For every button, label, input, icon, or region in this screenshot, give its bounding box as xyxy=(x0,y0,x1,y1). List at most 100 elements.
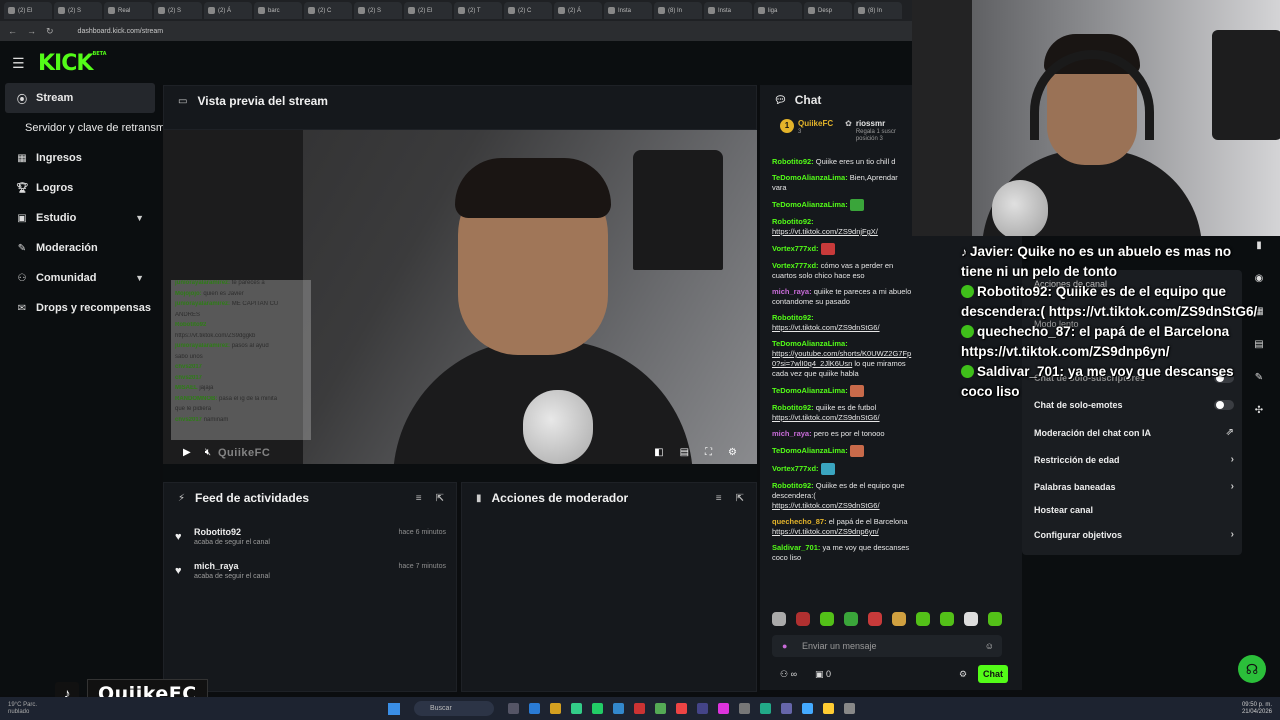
chat-username[interactable]: TeDomoAlianzaLima: xyxy=(772,446,848,455)
chat-username[interactable]: TeDomoAlianzaLima: xyxy=(772,200,848,209)
app-icon[interactable] xyxy=(655,703,666,714)
emote-icon[interactable] xyxy=(844,612,858,626)
app-icon[interactable] xyxy=(802,703,813,714)
chat-username[interactable]: Vortex777xd: xyxy=(772,464,819,473)
emote-icon[interactable] xyxy=(940,612,954,626)
puzzle-icon[interactable]: ✣ xyxy=(1255,405,1263,416)
settings-icon[interactable]: ⚙ xyxy=(728,447,737,458)
app-icon[interactable] xyxy=(718,703,729,714)
app-icon[interactable] xyxy=(613,703,624,714)
pip-icon[interactable]: ◧ xyxy=(654,447,663,458)
kick-logo[interactable]: KICKBETA xyxy=(38,51,107,76)
app-icon[interactable] xyxy=(676,703,687,714)
browser-tab[interactable]: (2) El xyxy=(404,2,452,19)
app-icon[interactable] xyxy=(592,703,603,714)
chat-settings-icon[interactable]: ⚙ xyxy=(959,669,967,680)
app-icon[interactable] xyxy=(571,703,582,714)
browser-tab[interactable]: (2) T xyxy=(454,2,502,19)
chat-username[interactable]: Vortex777xd: xyxy=(772,261,819,270)
chat-username[interactable]: Robotito92: xyxy=(772,313,814,322)
app-icon[interactable] xyxy=(781,703,792,714)
menu-item-banned-words[interactable]: Palabras baneadas › xyxy=(1034,481,1234,492)
sidebar-item-server-key[interactable]: Servidor y clave de retransm xyxy=(0,113,165,143)
chat-username[interactable]: Robotito92: xyxy=(772,217,814,226)
browser-tab[interactable]: (2) S xyxy=(354,2,402,19)
browser-tab[interactable]: Real xyxy=(104,2,152,19)
filter-icon[interactable]: ≡ xyxy=(716,493,722,504)
chat-link[interactable]: https://vt.tiktok.com/ZS9dnStG6/ xyxy=(772,413,880,422)
menu-item-goals[interactable]: Configurar objetivos › xyxy=(1034,529,1234,540)
sidebar-item-moderacion[interactable]: ✎ Moderación xyxy=(0,233,160,263)
menu-item-age-restriction[interactable]: Restricción de edad › xyxy=(1034,454,1234,465)
weather-widget[interactable]: 19°C Parc. nublado xyxy=(8,702,48,716)
sidebar-item-drops[interactable]: ✉ Drops y recompensas xyxy=(0,293,160,323)
browser-tab[interactable]: Insta xyxy=(604,2,652,19)
url-text[interactable]: dashboard.kick.com/stream xyxy=(78,28,164,35)
chat-link[interactable]: https://vt.tiktok.com/ZS9dnp6yn/ xyxy=(772,527,879,536)
chat-username[interactable]: mich_raya: xyxy=(772,429,812,438)
app-icon[interactable] xyxy=(508,703,519,714)
browser-tab[interactable]: Insta xyxy=(704,2,752,19)
mic-icon[interactable]: ● xyxy=(782,641,787,651)
app-icon[interactable] xyxy=(550,703,561,714)
leader-name[interactable]: QuiikeFC xyxy=(798,119,833,128)
browser-tab[interactable]: Desp xyxy=(804,2,852,19)
sidebar-item-stream[interactable]: ⦿ Stream xyxy=(5,83,155,113)
play-icon[interactable]: ▶ xyxy=(183,447,191,458)
chat-username[interactable]: mich_raya: xyxy=(772,287,812,296)
windows-start-icon[interactable] xyxy=(388,702,400,715)
app-icon[interactable] xyxy=(844,703,855,714)
points-counter[interactable]: ▣ 0 xyxy=(815,669,831,680)
browser-tab[interactable]: (8) In xyxy=(654,2,702,19)
browser-tab[interactable]: (2) C xyxy=(304,2,352,19)
browser-tab[interactable]: barc xyxy=(254,2,302,19)
back-icon[interactable]: ← xyxy=(8,26,17,36)
menu-icon[interactable]: ☰ xyxy=(12,55,32,72)
emoji-icon[interactable]: ☺ xyxy=(985,641,994,651)
browser-tab[interactable]: (2) Á xyxy=(554,2,602,19)
emote-icon[interactable] xyxy=(796,612,810,626)
app-icon[interactable] xyxy=(823,703,834,714)
help-icon[interactable]: ☊ xyxy=(1238,655,1266,683)
chat-link[interactable]: https://vt.tiktok.com/ZS9dnStG6/ xyxy=(772,323,880,332)
emote-icon[interactable] xyxy=(868,612,882,626)
browser-tab[interactable]: liga xyxy=(754,2,802,19)
app-icon[interactable] xyxy=(739,703,750,714)
emote-icon[interactable] xyxy=(916,612,930,626)
emote-icon[interactable] xyxy=(988,612,1002,626)
emote-icon[interactable] xyxy=(820,612,834,626)
browser-tab[interactable]: (2) El xyxy=(4,2,52,19)
taskbar-search[interactable]: Buscar xyxy=(414,701,494,716)
sidebar-item-logros[interactable]: 🏆︎ Logros xyxy=(0,173,160,203)
browser-tab[interactable]: (2) Á xyxy=(204,2,252,19)
app-icon[interactable] xyxy=(760,703,771,714)
mute-icon[interactable]: 🔇︎ xyxy=(205,447,211,458)
menu-item-ai-moderation[interactable]: Moderación del chat con IA ⇗ xyxy=(1034,427,1234,438)
leader-name[interactable]: riossmr xyxy=(856,119,896,128)
emote-icon[interactable] xyxy=(772,612,786,626)
chat-username[interactable]: quechecho_87: xyxy=(772,517,827,526)
emote-icon[interactable] xyxy=(964,612,978,626)
chat-username[interactable]: Vortex777xd: xyxy=(772,244,819,253)
chat-link[interactable]: https://vt.tiktok.com/ZS9dnStG6/ xyxy=(772,501,880,510)
browser-tab[interactable]: (2) S xyxy=(54,2,102,19)
app-icon[interactable] xyxy=(634,703,645,714)
chat-input[interactable]: ● Enviar un mensaje ☺ xyxy=(772,635,1002,657)
theater-icon[interactable]: ▤ xyxy=(680,447,689,458)
browser-tab[interactable]: (8) In xyxy=(854,2,902,19)
app-icon[interactable] xyxy=(697,703,708,714)
sidebar-item-ingresos[interactable]: ▦ Ingresos xyxy=(0,143,160,173)
chat-username[interactable]: Robotito92: xyxy=(772,481,814,490)
app-icon[interactable] xyxy=(529,703,540,714)
chat-username[interactable]: TeDomoAlianzaLima: xyxy=(772,173,848,182)
users-icon[interactable]: ⚇ ∞ xyxy=(780,669,797,680)
chat-link[interactable]: https://vt.tiktok.com/ZS9dnjFgX/ xyxy=(772,227,878,236)
browser-tab[interactable]: (2) S xyxy=(154,2,202,19)
reload-icon[interactable]: ↻ xyxy=(46,26,54,37)
chat-username[interactable]: TeDomoAlianzaLima: xyxy=(772,339,848,348)
fullscreen-icon[interactable]: ⛶ xyxy=(705,447,712,458)
filter-icon[interactable]: ≡ xyxy=(416,493,422,504)
chat-username[interactable]: Saldivar_701: xyxy=(772,543,820,552)
taskbar-clock[interactable]: 09:50 p. m. 21/04/2026 xyxy=(1242,702,1272,716)
emote-icon[interactable] xyxy=(892,612,906,626)
